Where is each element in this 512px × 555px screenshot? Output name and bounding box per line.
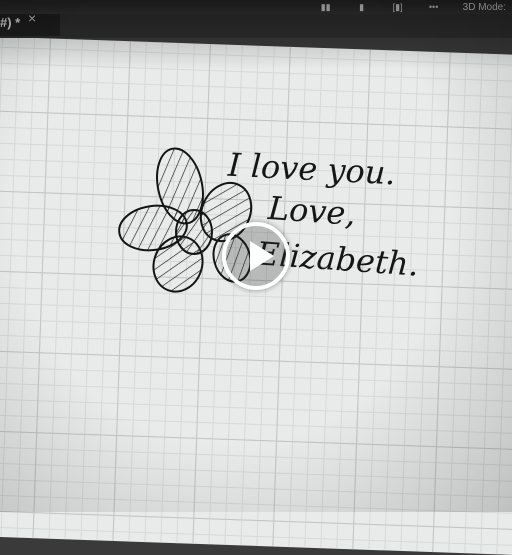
flower-center xyxy=(175,209,213,255)
play-button[interactable] xyxy=(222,222,290,290)
handwritten-line-2: Love, xyxy=(266,188,357,234)
play-icon xyxy=(250,241,274,271)
